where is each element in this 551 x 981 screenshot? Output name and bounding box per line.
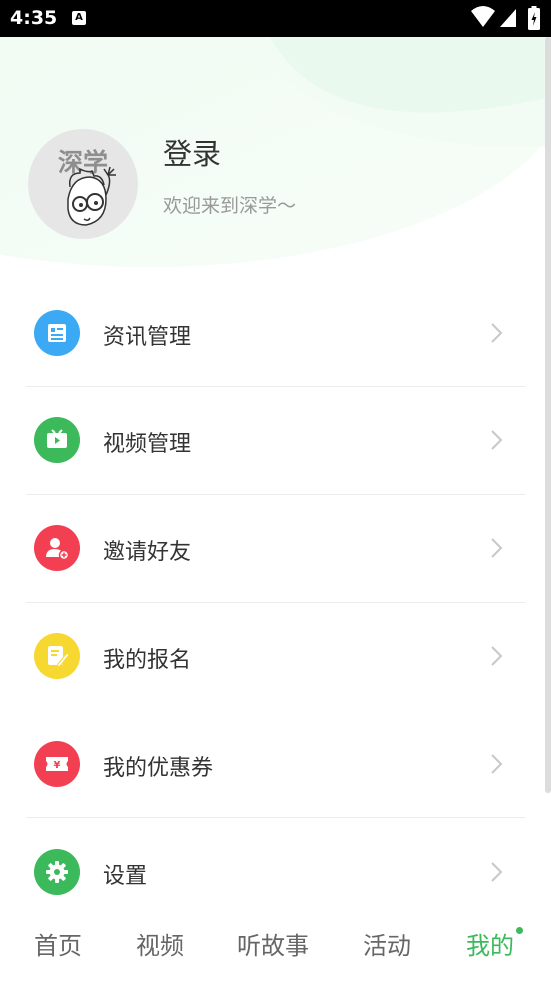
menu-item-label: 设置 — [103, 864, 148, 889]
menu-item-label: 我的报名 — [103, 648, 192, 673]
signal-icon — [500, 9, 516, 27]
avatar[interactable]: 深学 — [28, 129, 138, 239]
menu-item-registration[interactable]: 我的报名 — [0, 603, 551, 710]
notification-dot — [516, 927, 523, 934]
menu-item-label: 资讯管理 — [103, 325, 192, 350]
menu-item-label: 视频管理 — [103, 432, 192, 457]
cartoon-face-icon — [67, 166, 116, 226]
edit-note-icon — [34, 633, 80, 679]
menu-item-label: 邀请好友 — [103, 540, 192, 565]
login-link[interactable]: 登录 — [163, 131, 221, 173]
welcome-text: 欢迎来到深学～ — [163, 195, 297, 217]
menu-item-news[interactable]: 资讯管理 — [0, 279, 551, 386]
tab-activities[interactable]: 活动 — [363, 926, 411, 961]
menu-item-invite[interactable]: 邀请好友 — [0, 495, 551, 602]
gear-icon — [34, 849, 80, 895]
notification-icon: A — [72, 11, 86, 25]
svg-text:¥: ¥ — [54, 760, 61, 771]
chevron-right-icon — [491, 323, 503, 343]
menu-item-label: 我的优惠券 — [103, 756, 214, 781]
wifi-icon — [471, 6, 495, 27]
status-time: 4:35 — [10, 7, 58, 29]
invite-user-icon — [34, 525, 80, 571]
status-bar: 4:35 A — [0, 0, 551, 37]
coupon-icon: ¥ — [34, 741, 80, 787]
battery-icon — [528, 6, 540, 30]
tv-icon — [34, 417, 80, 463]
chevron-right-icon — [491, 754, 503, 774]
menu-item-coupons[interactable]: ¥ 我的优惠券 — [0, 711, 551, 818]
tab-stories[interactable]: 听故事 — [237, 926, 309, 961]
tab-home[interactable]: 首页 — [34, 926, 82, 961]
bottom-tab-bar: 首页 视频 听故事 活动 我的 — [0, 905, 551, 981]
news-icon — [34, 310, 80, 356]
chevron-right-icon — [491, 538, 503, 558]
menu-item-video[interactable]: 视频管理 — [0, 387, 551, 494]
tab-mine[interactable]: 我的 — [466, 926, 514, 961]
chevron-right-icon — [491, 862, 503, 882]
chevron-right-icon — [491, 430, 503, 450]
chevron-right-icon — [491, 646, 503, 666]
tab-video[interactable]: 视频 — [136, 926, 184, 961]
